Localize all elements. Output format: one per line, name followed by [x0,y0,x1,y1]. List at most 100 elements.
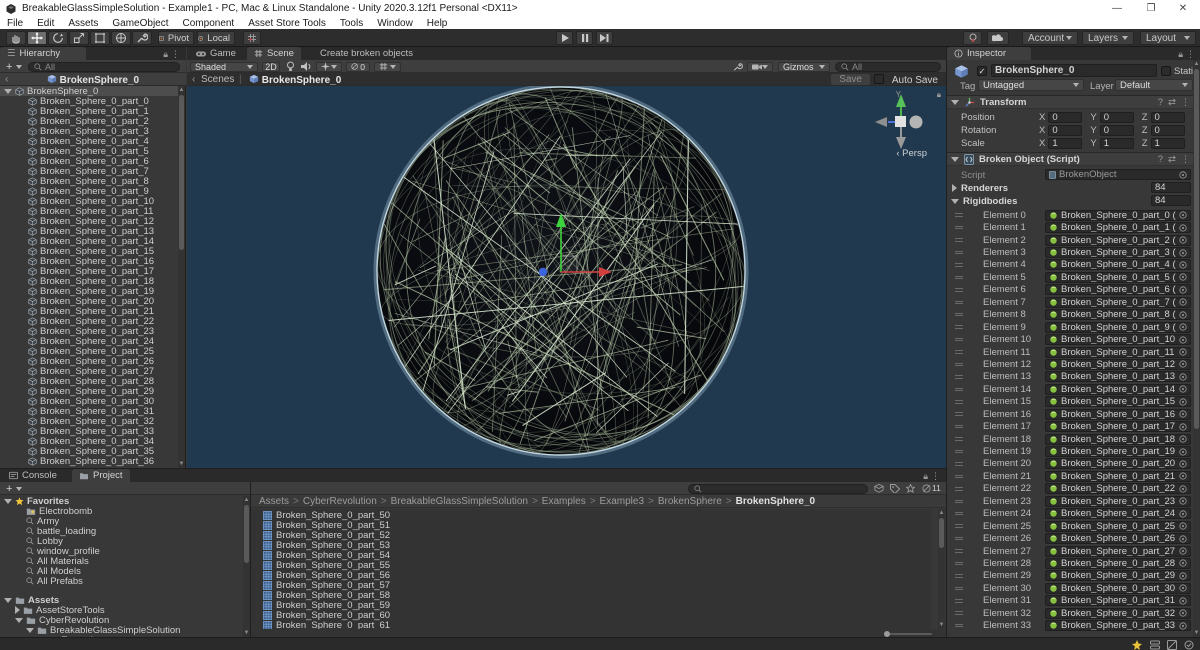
move-tool-icon[interactable] [27,31,47,45]
favorite-item-lobby[interactable]: Lobby [0,536,243,546]
tag-dropdown[interactable]: Untagged [978,79,1084,91]
object-picker-icon[interactable] [1179,485,1187,493]
code-coverage-icon[interactable] [1167,640,1177,650]
hierarchy-item-row[interactable]: Broken_Sphere_0_part_35 [0,446,179,456]
hierarchy-item-row[interactable]: Broken_Sphere_0_part_21 [0,306,179,316]
hierarchy-item-row[interactable]: Broken_Sphere_0_part_7 [0,166,179,176]
drag-handle-icon[interactable] [955,237,963,244]
drag-handle-icon[interactable] [955,349,963,356]
rotate-tool-icon[interactable] [48,31,68,45]
drag-handle-icon[interactable] [955,361,963,368]
pause-button[interactable] [576,31,593,45]
presets-icon[interactable]: ⇄ [1168,154,1176,165]
favorite-item-army[interactable]: Army [0,516,243,526]
breadcrumb-segment[interactable]: BrokenSphere [658,496,722,507]
file-row[interactable]: Broken_Sphere_0_part_52 [251,530,931,540]
element-object-field[interactable]: Broken_Sphere_0_part_26 (Rigidbody) [1045,533,1191,544]
element-object-field[interactable]: Broken_Sphere_0_part_4 (Rigidbody) [1045,259,1191,270]
element-object-field[interactable]: Broken_Sphere_0_part_30 (Rigidbody) [1045,583,1191,594]
step-button[interactable] [596,31,613,45]
drag-handle-icon[interactable] [955,224,963,231]
layout-dropdown[interactable]: Layout [1140,31,1196,45]
element-object-field[interactable]: Broken_Sphere_0_part_5 (Rigidbody) [1045,272,1191,283]
scene-tools-icon[interactable] [732,62,743,72]
favorite-item-all-models[interactable]: All Models [0,566,243,576]
element-object-field[interactable]: Broken_Sphere_0_part_0 (Rigidbody) [1045,210,1191,221]
object-picker-icon[interactable] [1179,597,1187,605]
cache-server-icon[interactable] [1150,640,1160,650]
favorites-header[interactable]: Favorites [0,496,243,506]
breadcrumb-segment[interactable]: CyberRevolution [303,496,377,507]
hidden-objects-toggle[interactable]: 0 [346,62,370,72]
kebab-menu-icon[interactable]: ⋮ [171,49,180,60]
custom-tool-icon[interactable] [132,31,152,45]
element-object-field[interactable]: Broken_Sphere_0_part_17 (Rigidbody) [1045,421,1191,432]
object-picker-icon[interactable] [1179,410,1187,418]
hierarchy-item-row[interactable]: Broken_Sphere_0_part_9 [0,186,179,196]
element-object-field[interactable]: Broken_Sphere_0_part_32 (Rigidbody) [1045,608,1191,619]
element-object-field[interactable]: Broken_Sphere_0_part_22 (Rigidbody) [1045,483,1191,494]
play-button[interactable] [556,31,573,45]
element-object-field[interactable]: Broken_Sphere_0_part_33 (Rigidbody) [1045,620,1191,631]
object-picker-icon[interactable] [1179,286,1187,294]
object-picker-icon[interactable] [1179,622,1187,630]
object-picker-icon[interactable] [1179,584,1187,592]
object-picker-icon[interactable] [1179,273,1187,281]
scenes-crumb[interactable]: Scenes [201,74,234,85]
hierarchy-item-row[interactable]: Broken_Sphere_0_part_15 [0,246,179,256]
file-row[interactable]: Broken_Sphere_0_part_61 [251,620,931,629]
drag-handle-icon[interactable] [955,598,963,605]
hierarchy-item-row[interactable]: Broken_Sphere_0_part_25 [0,346,179,356]
broken-object-component-header[interactable]: Broken Object (Script) ? ⇄ ⋮ [947,152,1194,166]
object-picker-icon[interactable] [1179,249,1187,257]
drag-handle-icon[interactable] [955,473,963,480]
hierarchy-item-row[interactable]: Broken_Sphere_0_part_33 [0,426,179,436]
object-picker-icon[interactable] [1179,547,1187,555]
hierarchy-item-row[interactable]: Broken_Sphere_0_part_26 [0,356,179,366]
drag-handle-icon[interactable] [955,262,963,269]
projection-mode-label[interactable]: ‹ Persp [896,148,927,159]
hierarchy-item-row[interactable]: Broken_Sphere_0_part_31 [0,406,179,416]
grid-visibility-dropdown[interactable] [374,62,401,72]
hierarchy-item-row[interactable]: Broken_Sphere_0_part_20 [0,296,179,306]
folder-item-assetstoretools[interactable]: AssetStoreTools [0,605,243,615]
drag-handle-icon[interactable] [955,399,963,406]
tab-game[interactable]: Game [189,47,243,60]
lock-icon[interactable]: 🔒︎ [1178,49,1183,60]
project-list-scrollbar[interactable]: ▲ ▼ [938,509,945,629]
x-value-field[interactable]: 0 [1048,125,1082,136]
x-value-field[interactable]: 0 [1048,112,1082,123]
collab-icon[interactable] [963,31,982,45]
hierarchy-item-row[interactable]: Broken_Sphere_0_part_13 [0,226,179,236]
help-icon[interactable]: ? [1158,97,1163,108]
kebab-menu-icon[interactable]: ⋮ [1181,154,1190,165]
drag-handle-icon[interactable] [955,411,963,418]
2d-toggle[interactable]: 2D [262,62,280,72]
prefab-crumb-target[interactable]: BrokenSphere_0 [249,74,341,86]
drag-handle-icon[interactable] [955,523,963,530]
hierarchy-item-row[interactable]: Broken_Sphere_0_part_5 [0,146,179,156]
file-row[interactable]: Broken_Sphere_0_part_58 [251,590,931,600]
object-name-field[interactable]: BrokenSphere_0 [991,64,1157,77]
drag-handle-icon[interactable] [955,461,963,468]
menu-item-edit[interactable]: Edit [30,18,61,29]
hierarchy-search-input[interactable]: All [28,62,180,72]
kebab-menu-icon[interactable]: ⋮ [1186,49,1195,60]
hierarchy-item-row[interactable]: Broken_Sphere_0_part_30 [0,396,179,406]
hierarchy-item-row[interactable]: Broken_Sphere_0_part_18 [0,276,179,286]
file-row[interactable]: Broken_Sphere_0_part_59 [251,600,931,610]
account-dropdown[interactable]: Account [1022,31,1078,45]
element-object-field[interactable]: Broken_Sphere_0_part_19 (Rigidbody) [1045,446,1191,457]
drag-handle-icon[interactable] [955,610,963,617]
drag-handle-icon[interactable] [955,336,963,343]
menu-item-file[interactable]: File [0,18,30,29]
element-object-field[interactable]: Broken_Sphere_0_part_15 (Rigidbody) [1045,396,1191,407]
transform-tool-icon[interactable] [111,31,131,45]
close-button[interactable]: ✕ [1168,0,1198,18]
hierarchy-item-row[interactable]: Broken_Sphere_0_part_12 [0,216,179,226]
tab-console[interactable]: Console [2,469,64,482]
favorite-item-electrobomb[interactable]: Electrobomb [0,506,243,516]
z-value-field[interactable]: 1 [1151,138,1185,149]
object-picker-icon[interactable] [1179,298,1187,306]
folder-item-cyberrevolution[interactable]: CyberRevolution [0,615,243,625]
